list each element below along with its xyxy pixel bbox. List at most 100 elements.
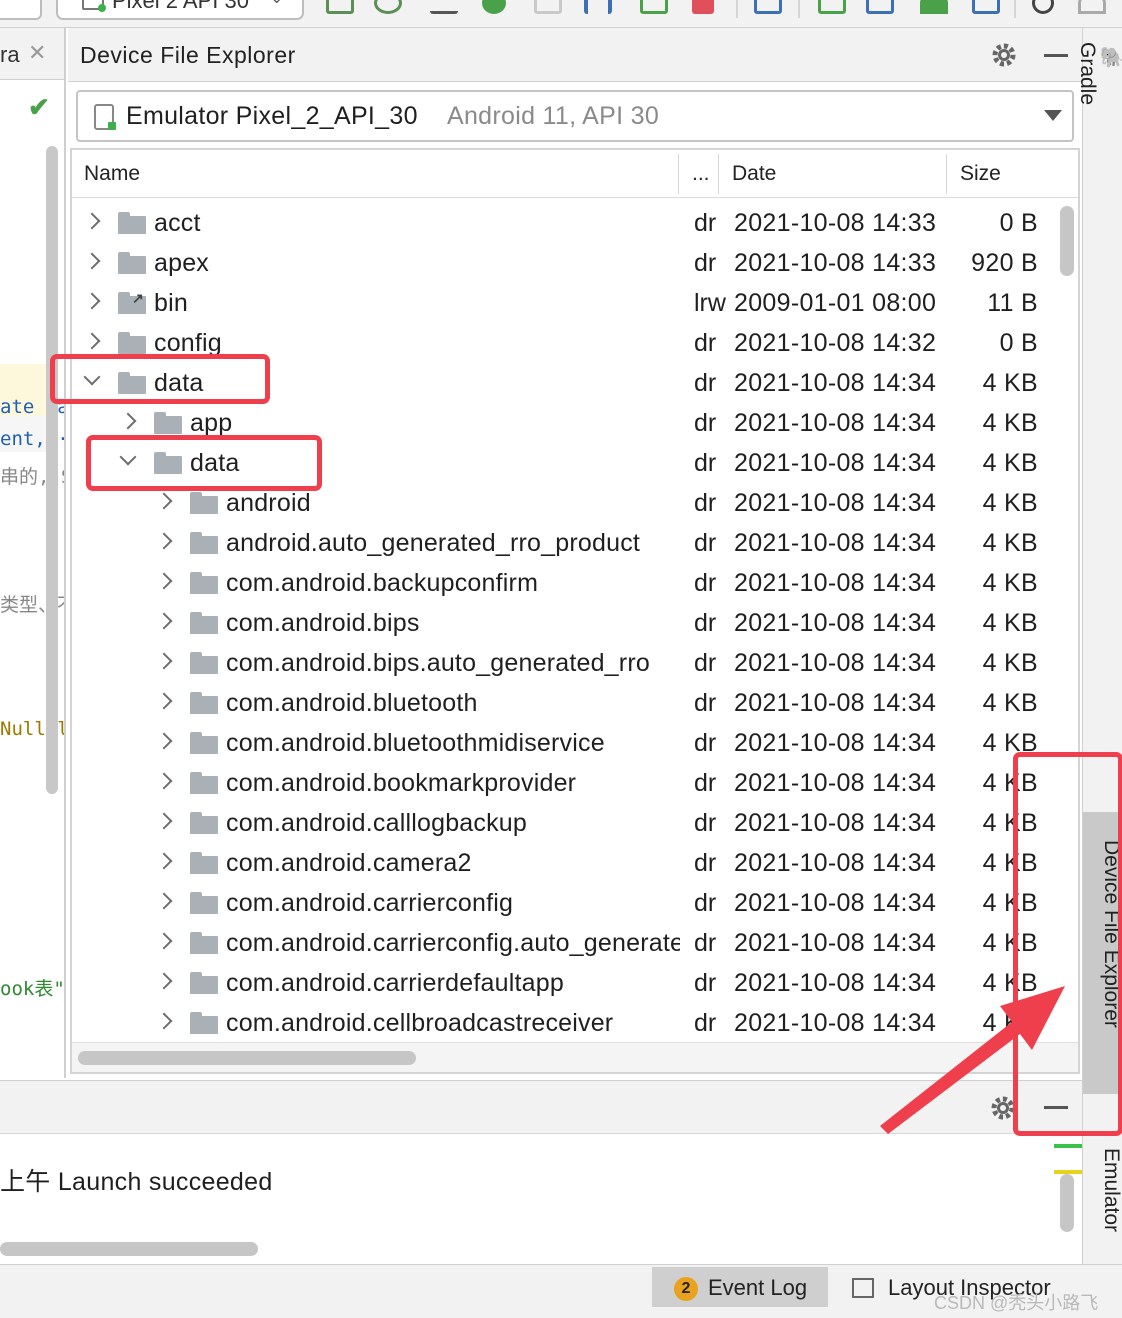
chevron-right-icon[interactable] [155, 732, 173, 750]
chevron-right-icon[interactable] [155, 772, 173, 790]
account-icon[interactable] [1078, 0, 1106, 14]
column-header-name[interactable]: Name [84, 162, 140, 186]
android-icon[interactable] [920, 0, 948, 14]
file-tree-row[interactable]: com.android.bips.auto_generated_rro dr 202… [72, 644, 1062, 684]
file-tree-row[interactable]: com.android.bookmarkprovider dr 2021-10-08… [72, 764, 1062, 804]
toolbar-config-button[interactable] [0, 0, 42, 20]
column-header-permissions[interactable]: ... [692, 162, 710, 186]
horizontal-scrollbar[interactable] [78, 1051, 416, 1065]
folder-icon [190, 772, 218, 794]
close-icon[interactable]: ✕ [28, 40, 46, 66]
file-date: 2021-10-08 14:34 [734, 689, 937, 717]
avd-manager-icon[interactable] [818, 0, 846, 14]
structure-icon[interactable] [754, 0, 782, 14]
file-tree-row[interactable]: com.android.carrierconfig.auto_generated… [72, 924, 1062, 964]
chevron-down-icon[interactable] [1044, 110, 1062, 121]
chevron-down-icon[interactable]: ⌄ [270, 0, 283, 8]
sdk-manager-icon[interactable] [866, 0, 894, 14]
file-name: com.android.camera2 [226, 849, 472, 877]
column-divider[interactable] [678, 154, 679, 194]
file-date: 2021-10-08 14:34 [734, 569, 937, 597]
file-tree-row[interactable]: com.android.camera2 dr 2021-10-08 14:34 4 K… [72, 844, 1062, 884]
folder-icon [190, 812, 218, 834]
vertical-scrollbar[interactable] [1060, 206, 1074, 276]
column-divider[interactable] [718, 154, 719, 194]
chevron-right-icon[interactable] [83, 252, 101, 270]
chevron-right-icon[interactable] [155, 892, 173, 910]
chevron-right-icon[interactable] [155, 492, 173, 510]
file-tree-row[interactable]: com.android.backupconfirm dr 2021-10-08 14… [72, 564, 1062, 604]
file-tree-row[interactable]: android.auto_generated_rro_product dr 2021… [72, 524, 1062, 564]
chevron-right-icon[interactable] [83, 292, 101, 310]
chevron-right-icon[interactable] [155, 812, 173, 830]
file-permissions: dr [694, 409, 717, 437]
file-tree-row[interactable]: ↗ bin lrw 2009-01-01 08:00 11 B [72, 284, 1062, 324]
file-date: 2021-10-08 14:34 [734, 529, 937, 557]
folder-icon [190, 532, 218, 554]
chevron-right-icon[interactable] [83, 212, 101, 230]
debug-bug-icon[interactable] [482, 0, 506, 14]
stop-icon[interactable] [692, 0, 714, 14]
file-permissions: dr [694, 449, 717, 477]
column-header-date[interactable]: Date [732, 162, 776, 186]
attach-debugger-icon[interactable] [640, 0, 668, 14]
minimize-icon[interactable] [1044, 54, 1068, 57]
file-date: 2021-10-08 14:33 [734, 249, 937, 277]
run-panel-horizontal-scrollbar[interactable] [0, 1242, 258, 1256]
search-icon[interactable] [1032, 0, 1054, 14]
file-tree-row[interactable]: acct dr 2021-10-08 14:33 0 B [72, 204, 1062, 244]
attach-icon[interactable] [534, 0, 562, 14]
file-tree-row[interactable]: apex dr 2021-10-08 14:33 920 B [72, 244, 1062, 284]
device-status-dot [108, 122, 116, 130]
file-permissions: dr [694, 889, 717, 917]
file-size: 4 KB [982, 409, 1038, 437]
file-tree-row[interactable]: com.android.carrierconfig dr 2021-10-08 14… [72, 884, 1062, 924]
chevron-right-icon[interactable] [155, 612, 173, 630]
emulator-tab[interactable]: Emulator [1083, 1120, 1122, 1250]
file-name: com.android.bips [226, 609, 420, 637]
device-dropdown[interactable]: Emulator Pixel_2_API_30 Android 11, API … [76, 90, 1074, 142]
file-name: android [226, 489, 311, 517]
chevron-right-icon[interactable] [155, 1012, 173, 1030]
device-manager-icon[interactable] [972, 0, 1000, 14]
profile-icon[interactable] [584, 0, 612, 14]
column-header-size[interactable]: Size [960, 162, 1001, 186]
run-panel-vertical-scrollbar[interactable] [1060, 1174, 1074, 1232]
apply-code-changes-icon[interactable] [374, 0, 402, 14]
chevron-right-icon[interactable] [83, 332, 101, 350]
file-name: bin [154, 289, 188, 317]
folder-icon [190, 692, 218, 714]
editor-scrollbar[interactable] [46, 146, 58, 794]
apply-changes-icon[interactable] [326, 0, 354, 14]
file-tree-row[interactable]: com.android.bluetoothmidiservice dr 2021-1… [72, 724, 1062, 764]
column-divider[interactable] [946, 154, 947, 194]
file-date: 2021-10-08 14:32 [734, 329, 937, 357]
editor-tab[interactable]: ra ✕ [0, 28, 64, 80]
file-permissions: dr [694, 609, 717, 637]
chevron-right-icon[interactable] [119, 412, 137, 430]
file-permissions: lrw [694, 289, 726, 317]
sync-icon[interactable] [430, 0, 458, 14]
file-size: 4 KB [982, 369, 1038, 397]
chevron-right-icon[interactable] [155, 972, 173, 990]
file-permissions: dr [694, 849, 717, 877]
device-meta: Android 11, API 30 [447, 102, 660, 130]
file-tree-row[interactable]: com.android.bips dr 2021-10-08 14:34 4 KB [72, 604, 1062, 644]
chevron-right-icon[interactable] [155, 692, 173, 710]
folder-icon [190, 612, 218, 634]
file-tree-row[interactable]: com.android.bluetooth dr 2021-10-08 14:34 4… [72, 684, 1062, 724]
gear-icon[interactable] [989, 40, 1019, 70]
main-toolbar: Pixel 2 API 30 ⌄ [0, 0, 1122, 28]
file-date: 2021-10-08 14:34 [734, 609, 937, 637]
file-tree-row[interactable]: com.android.calllogbackup dr 2021-10-08 14… [72, 804, 1062, 844]
event-log-button[interactable]: 2 Event Log [652, 1267, 828, 1307]
folder-icon [190, 1012, 218, 1034]
chevron-right-icon[interactable] [155, 532, 173, 550]
check-icon: ✔ [28, 92, 50, 122]
chevron-right-icon[interactable] [155, 852, 173, 870]
chevron-right-icon[interactable] [155, 572, 173, 590]
gradle-tab[interactable]: 🐘 Gradle [1076, 42, 1122, 172]
code-line: ook表" [0, 978, 65, 1000]
chevron-right-icon[interactable] [155, 932, 173, 950]
chevron-right-icon[interactable] [155, 652, 173, 670]
